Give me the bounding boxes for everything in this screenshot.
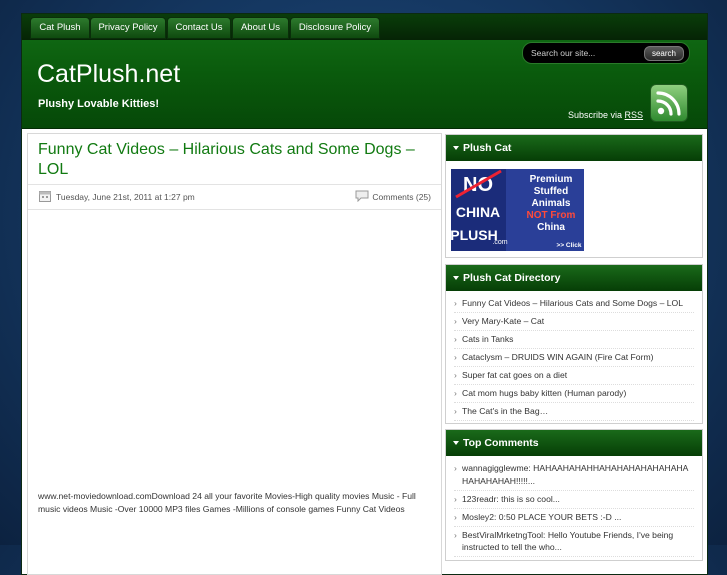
- widget-plush-cat-directory: Plush Cat Directory Funny Cat Videos – H…: [445, 264, 703, 424]
- banner-china: CHINA: [456, 204, 500, 220]
- list-item[interactable]: Super fat cat goes on a diet: [454, 369, 694, 385]
- comments-link[interactable]: Comments (25): [372, 192, 431, 202]
- top-navigation: Cat Plush Privacy Policy Contact Us Abou…: [22, 14, 707, 40]
- widget-title-top-comments: Top Comments: [446, 430, 702, 456]
- site-header: CatPlush.net Plushy Lovable Kitties! sea…: [22, 40, 707, 129]
- banner-china-2: China: [537, 222, 565, 233]
- no-china-plush-banner[interactable]: NO CHINA PLUSH .com Premium Stuffed Anim…: [451, 169, 584, 251]
- post-title[interactable]: Funny Cat Videos – Hilarious Cats and So…: [38, 140, 433, 180]
- top-comments-list: wannagigglewme: HAHAAHAHAHHAHAHAHAHAHAHA…: [446, 456, 702, 557]
- calendar-icon: [39, 191, 51, 202]
- list-item[interactable]: The Cat's in the Bag…: [454, 405, 694, 421]
- rss-glyph-icon: [656, 91, 681, 116]
- widget-title-plush-cat: Plush Cat: [446, 135, 702, 161]
- comment-bubble-icon: [355, 190, 369, 202]
- banner-click: >> Click: [557, 242, 582, 249]
- banner-animals: Animals: [532, 198, 571, 209]
- main-content: Funny Cat Videos – Hilarious Cats and So…: [27, 133, 442, 575]
- list-item[interactable]: Mosley2: 0:50 PLACE YOUR BETS :-D ...: [454, 511, 694, 527]
- post-meta: Tuesday, June 21st, 2011 at 1:27 pm Comm…: [28, 184, 441, 210]
- rss-icon[interactable]: [650, 84, 688, 122]
- list-item[interactable]: 123readr: this is so cool...: [454, 493, 694, 509]
- list-item[interactable]: BestViralMrketngTool: Hello Youtube Frie…: [454, 529, 694, 557]
- post-date: Tuesday, June 21st, 2011 at 1:27 pm: [56, 192, 195, 202]
- banner-stuffed: Stuffed: [534, 186, 568, 197]
- banner-plush: PLUSH: [451, 227, 498, 243]
- nav-cat-plush[interactable]: Cat Plush: [30, 17, 90, 39]
- list-item[interactable]: Cats in Tanks: [454, 333, 694, 349]
- site-tagline: Plushy Lovable Kitties!: [38, 98, 160, 110]
- widget-plush-cat: Plush Cat NO CHINA PLUSH .com Premium St…: [445, 134, 703, 258]
- banner-premium: Premium: [530, 174, 573, 185]
- directory-list: Funny Cat Videos – Hilarious Cats and So…: [446, 291, 702, 421]
- site-title[interactable]: CatPlush.net: [37, 60, 180, 89]
- widget-title-directory: Plush Cat Directory: [446, 265, 702, 291]
- list-item[interactable]: Very Mary-Kate – Cat: [454, 315, 694, 331]
- nav-about-us[interactable]: About Us: [232, 17, 289, 39]
- list-item[interactable]: Cataclysm – DRUIDS WIN AGAIN (Fire Cat F…: [454, 351, 694, 367]
- banner-dotcom: .com: [492, 239, 507, 246]
- post-body: www.net-moviedownload.comDownload 24 all…: [38, 491, 416, 514]
- rss-link[interactable]: RSS: [625, 110, 644, 120]
- search-form: search: [522, 42, 690, 64]
- search-button[interactable]: search: [644, 46, 684, 61]
- list-item[interactable]: Funny Cat Videos – Hilarious Cats and So…: [454, 297, 694, 313]
- subscribe-text: Subscribe via RSS: [568, 110, 643, 120]
- nav-contact-us[interactable]: Contact Us: [167, 17, 231, 39]
- search-input[interactable]: [531, 46, 641, 60]
- subscribe-prefix: Subscribe via: [568, 110, 623, 120]
- widget-top-comments: Top Comments wannagigglewme: HAHAAHAHAHH…: [445, 429, 703, 561]
- banner-not-from: NOT From: [527, 210, 576, 221]
- nav-disclosure-policy[interactable]: Disclosure Policy: [290, 17, 380, 39]
- page-container: Cat Plush Privacy Policy Contact Us Abou…: [21, 13, 708, 575]
- list-item[interactable]: wannagigglewme: HAHAAHAHAHHAHAHAHAHAHAHA…: [454, 462, 694, 491]
- list-item[interactable]: Cat mom hugs baby kitten (Human parody): [454, 387, 694, 403]
- nav-privacy-policy[interactable]: Privacy Policy: [90, 17, 166, 39]
